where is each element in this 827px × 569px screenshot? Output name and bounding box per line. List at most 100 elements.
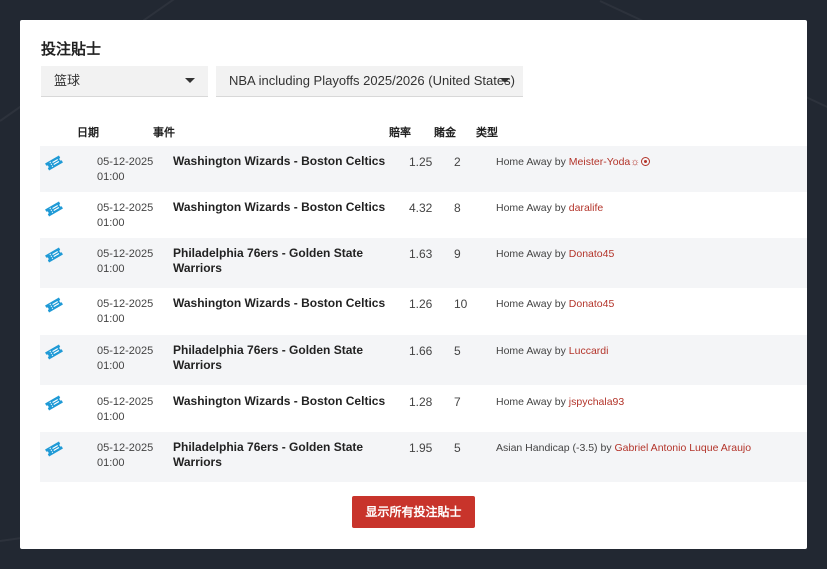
row-stake: 2 [454, 155, 461, 169]
row-by: by [600, 442, 612, 454]
row-by: by [554, 396, 566, 408]
row-by: by [554, 298, 566, 310]
row-datetime: 05-12-2025 01:00 [97, 155, 153, 185]
row-date: 05-12-2025 [97, 156, 154, 168]
row-by: by [554, 248, 566, 260]
sport-select-value: 篮球 [54, 73, 81, 88]
tips-panel: 投注貼士 篮球 NBA including Playoffs 2025/2026… [20, 20, 807, 549]
row-date: 05-12-2025 [97, 442, 154, 454]
row-user-link[interactable]: daralife [569, 202, 603, 214]
row-event[interactable]: Washington Wizards - Boston Celtics [173, 296, 398, 311]
panel-title: 投注貼士 [41, 41, 102, 58]
row-tip-type: Home Away [496, 248, 552, 260]
row-by: by [554, 345, 566, 357]
header-event: 事件 [153, 127, 175, 139]
header-date: 日期 [77, 127, 99, 139]
row-odds: 1.95 [409, 441, 433, 455]
league-select[interactable]: NBA including Playoffs 2025/2026 (United… [216, 66, 523, 97]
row-type: Asian Handicap (-3.5) by Gabriel Antonio… [496, 442, 751, 454]
table-row[interactable]: 05-12-2025 01:00 Washington Wizards - Bost… [40, 386, 807, 432]
ticket-icon [45, 201, 63, 217]
row-time: 01:00 [97, 217, 125, 229]
table-row[interactable]: 05-12-2025 01:00 Washington Wizards - Bost… [40, 288, 807, 334]
header-type: 类型 [476, 127, 498, 139]
row-by: by [554, 156, 566, 168]
row-event[interactable]: Philadelphia 76ers - Golden State Warrio… [173, 440, 398, 470]
row-date: 05-12-2025 [97, 298, 154, 310]
ticket-icon [45, 344, 63, 360]
row-type: Home Away by jspychala93 [496, 396, 624, 408]
row-datetime: 05-12-2025 01:00 [97, 344, 153, 374]
row-event[interactable]: Philadelphia 76ers - Golden State Warrio… [173, 343, 398, 373]
row-odds: 1.63 [409, 247, 433, 261]
row-type: Home Away by Donato45 [496, 298, 614, 310]
row-datetime: 05-12-2025 01:00 [97, 395, 153, 425]
table-row[interactable]: 05-12-2025 01:00 Washington Wizards - Bost… [40, 146, 807, 192]
row-user-link[interactable]: Luccardi [569, 345, 609, 357]
row-by: by [554, 202, 566, 214]
row-stake: 7 [454, 395, 461, 409]
row-time: 01:00 [97, 313, 125, 325]
row-stake: 5 [454, 344, 461, 358]
header-odds: 賠率 [389, 127, 411, 139]
user-badge-icon: ☼ [630, 156, 640, 168]
ticket-icon [45, 155, 63, 171]
ticket-icon [45, 395, 63, 411]
row-odds: 1.25 [409, 155, 433, 169]
league-select-value: NBA including Playoffs 2025/2026 (United… [229, 73, 515, 88]
ticket-icon [45, 441, 63, 457]
row-stake: 5 [454, 441, 461, 455]
header-stake: 賭金 [434, 127, 456, 139]
row-date: 05-12-2025 [97, 396, 154, 408]
row-time: 01:00 [97, 360, 125, 372]
row-type: Home Away by daralife [496, 202, 603, 214]
table-row[interactable]: 05-12-2025 01:00 Washington Wizards - Bost… [40, 192, 807, 238]
row-stake: 10 [454, 297, 468, 311]
table-row[interactable]: 05-12-2025 01:00 Philadelphia 76ers - Gold… [40, 335, 807, 385]
ticket-icon [45, 247, 63, 263]
chevron-down-icon [500, 78, 510, 83]
row-odds: 1.28 [409, 395, 433, 409]
ticket-icon [45, 297, 63, 313]
row-date: 05-12-2025 [97, 248, 154, 260]
row-odds: 1.26 [409, 297, 433, 311]
row-type: Home Away by Meister-Yoda☼ [496, 156, 650, 168]
row-tip-type: Home Away [496, 156, 552, 168]
row-type: Home Away by Luccardi [496, 345, 608, 357]
chevron-down-icon [185, 78, 195, 83]
row-date: 05-12-2025 [97, 345, 154, 357]
row-tip-type: Home Away [496, 345, 552, 357]
row-tip-type: Home Away [496, 396, 552, 408]
row-user-link[interactable]: Meister-Yoda [569, 156, 630, 168]
row-stake: 9 [454, 247, 461, 261]
show-all-tips-button[interactable]: 显示所有投注貼士 [352, 496, 475, 528]
row-event[interactable]: Washington Wizards - Boston Celtics [173, 200, 398, 215]
row-event[interactable]: Washington Wizards - Boston Celtics [173, 394, 398, 409]
row-event[interactable]: Washington Wizards - Boston Celtics [173, 154, 398, 169]
row-time: 01:00 [97, 263, 125, 275]
row-date: 05-12-2025 [97, 202, 154, 214]
row-user-link[interactable]: jspychala93 [569, 396, 624, 408]
row-odds: 1.66 [409, 344, 433, 358]
sport-select[interactable]: 篮球 [41, 66, 208, 97]
row-odds: 4.32 [409, 201, 433, 215]
row-datetime: 05-12-2025 01:00 [97, 201, 153, 231]
row-time: 01:00 [97, 411, 125, 423]
row-tip-type: Home Away [496, 202, 552, 214]
row-time: 01:00 [97, 457, 125, 469]
row-event[interactable]: Philadelphia 76ers - Golden State Warrio… [173, 246, 398, 276]
row-user-link[interactable]: Donato45 [569, 248, 615, 260]
table-header: 日期 事件 賠率 賭金 类型 [20, 124, 807, 142]
row-user-link[interactable]: Donato45 [569, 298, 615, 310]
row-tip-type: Home Away [496, 298, 552, 310]
table-row[interactable]: 05-12-2025 01:00 Philadelphia 76ers - Gold… [40, 238, 807, 288]
football-icon [640, 157, 650, 166]
row-datetime: 05-12-2025 01:00 [97, 247, 153, 277]
row-datetime: 05-12-2025 01:00 [97, 441, 153, 471]
row-datetime: 05-12-2025 01:00 [97, 297, 153, 327]
row-user-link[interactable]: Gabriel Antonio Luque Araujo [615, 442, 752, 454]
row-time: 01:00 [97, 171, 125, 183]
row-type: Home Away by Donato45 [496, 248, 614, 260]
row-tip-type: Asian Handicap (-3.5) [496, 442, 598, 454]
table-row[interactable]: 05-12-2025 01:00 Philadelphia 76ers - Gold… [40, 432, 807, 482]
